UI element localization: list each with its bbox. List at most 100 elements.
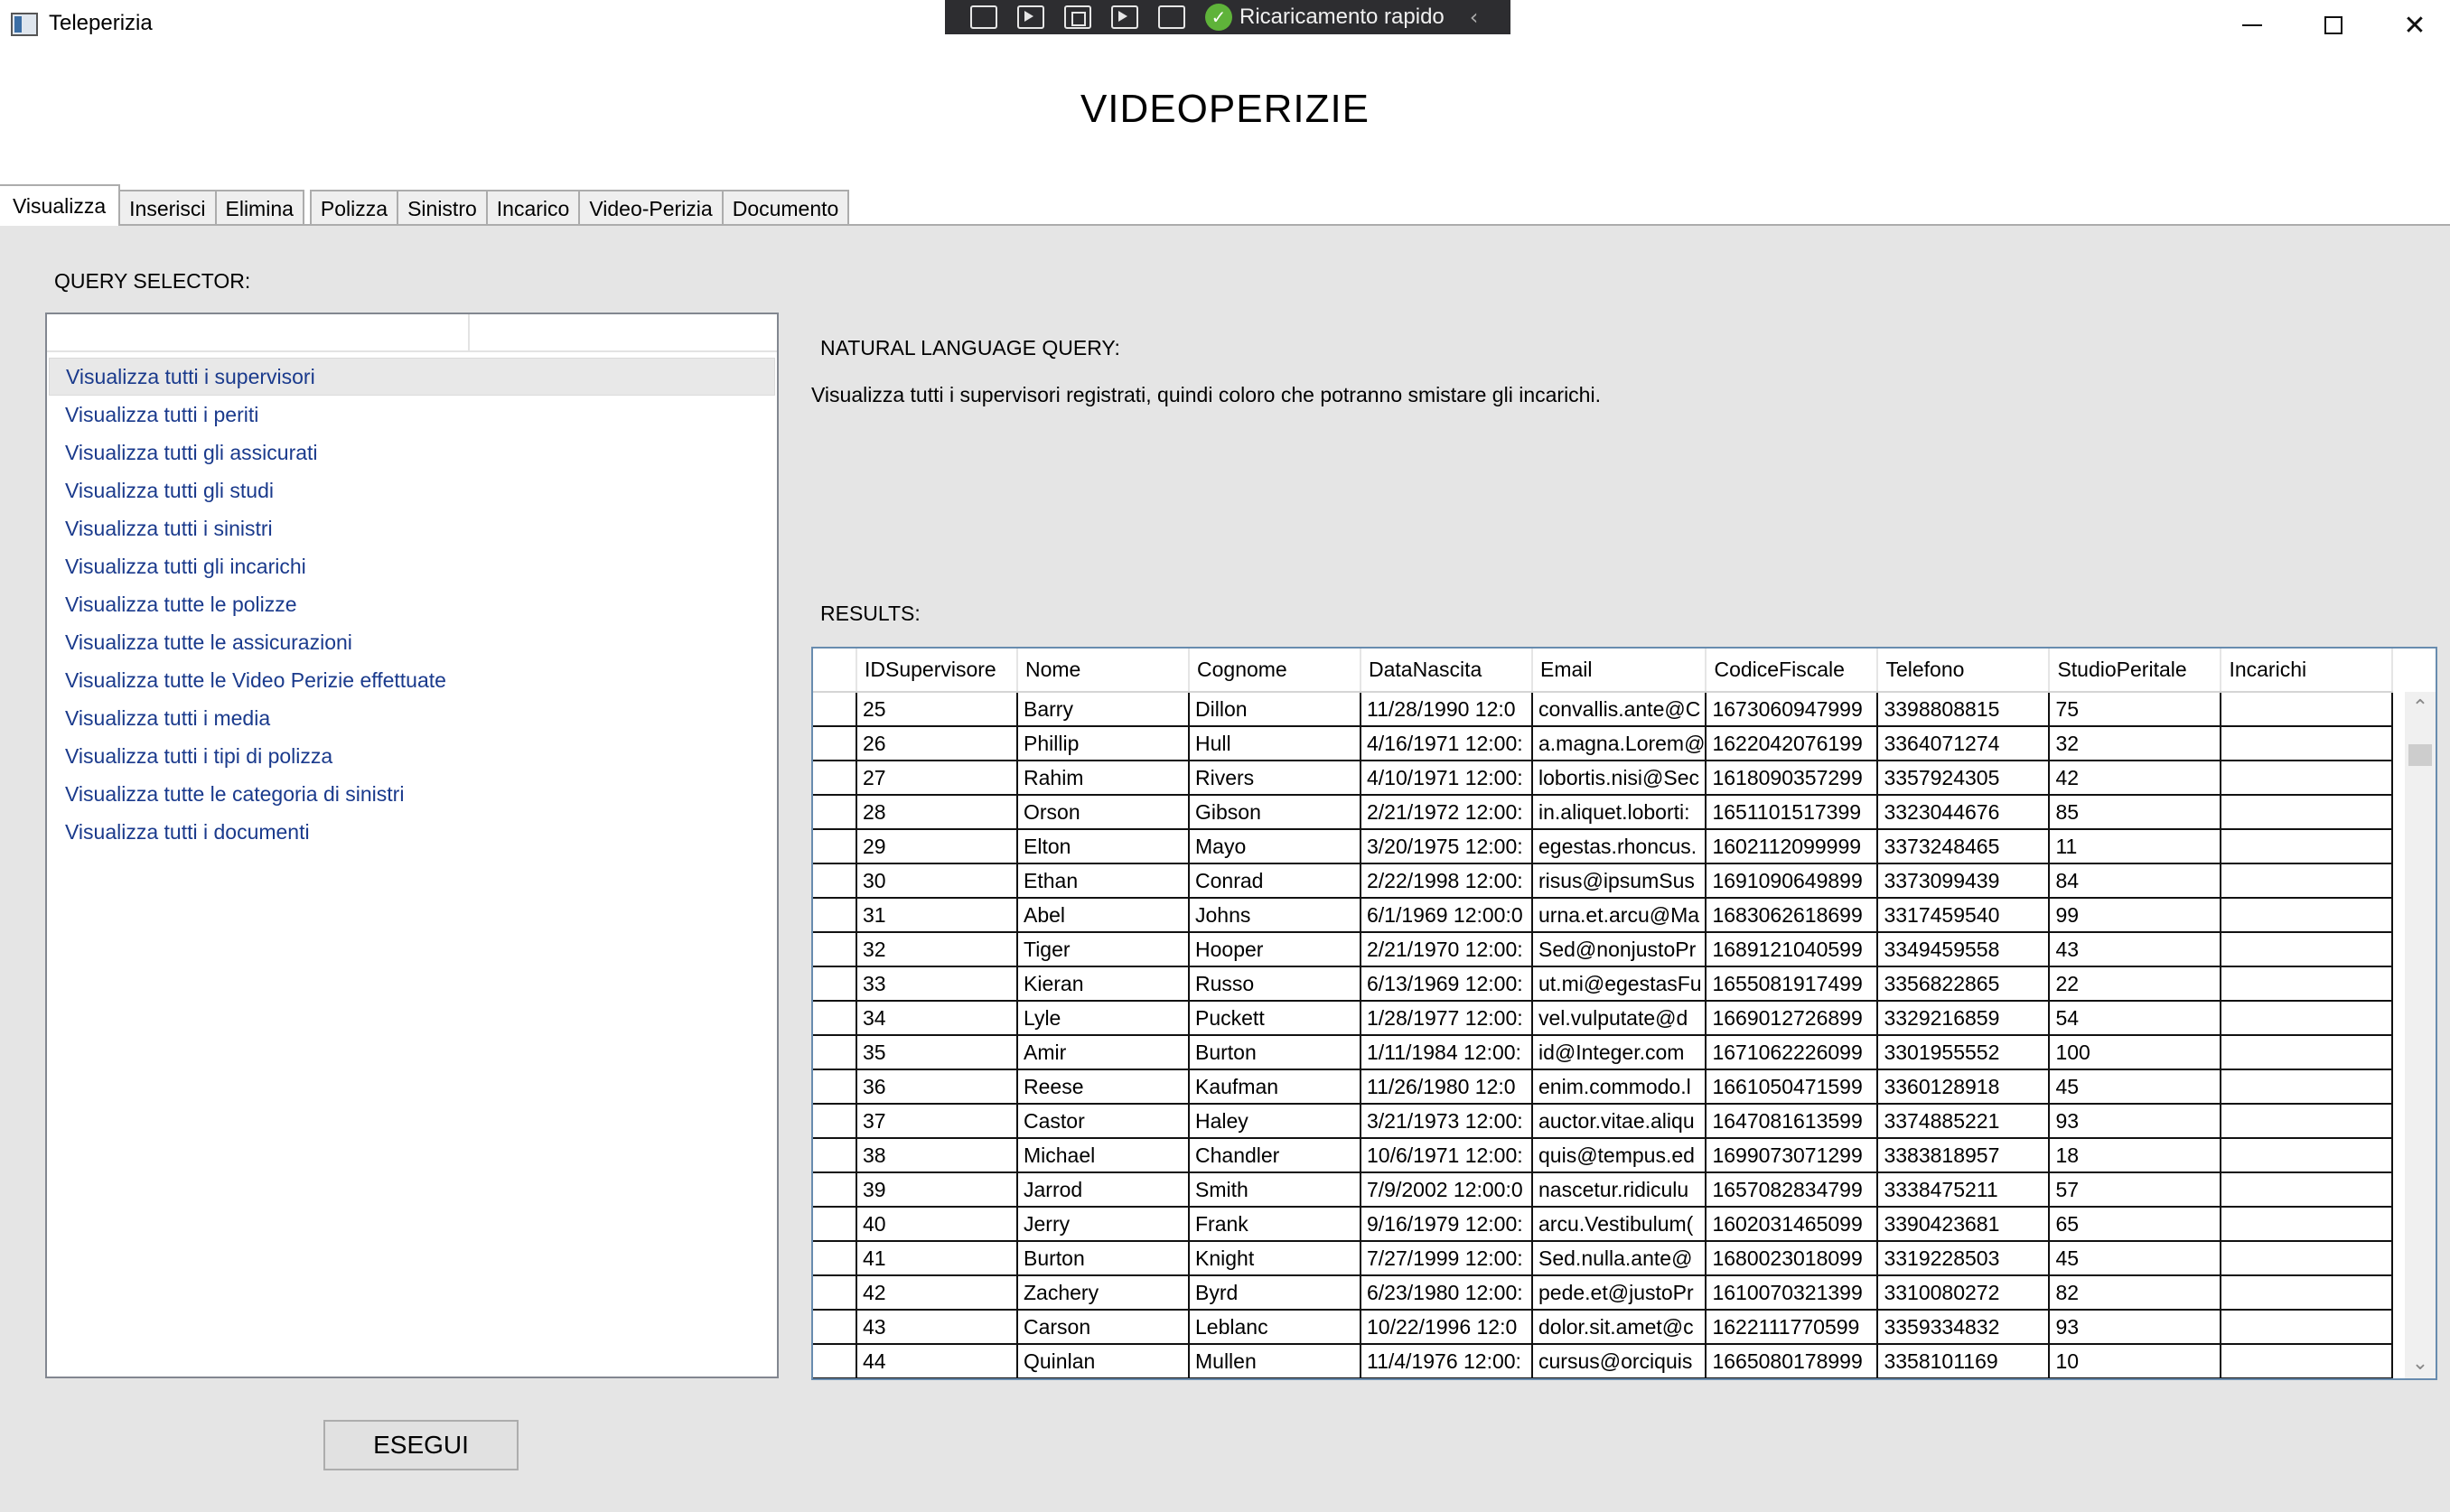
table-cell[interactable]: pede.et@justoPr	[1532, 1275, 1707, 1311]
hot-reload-status[interactable]: ✓ Ricaricamento rapido	[1205, 4, 1445, 31]
table-cell[interactable]: 75	[2049, 692, 2222, 727]
row-header[interactable]	[813, 966, 857, 1002]
table-cell[interactable]: in.aliquet.loborti:	[1532, 795, 1707, 830]
table-cell[interactable]: 25	[856, 692, 1018, 727]
row-header[interactable]	[813, 726, 857, 761]
table-cell[interactable]: 1691090649899	[1706, 863, 1879, 899]
table-cell[interactable]: 11/4/1976 12:00:	[1361, 1344, 1533, 1378]
tab-visualizza[interactable]: Visualizza	[0, 184, 121, 226]
table-cell[interactable]: 3301955552	[1877, 1035, 2051, 1070]
table-cell[interactable]: ut.mi@egestasFu	[1532, 966, 1707, 1002]
table-row[interactable]: 41 Burton Knight 7/27/1999 12:00: Sed.nulla.…	[813, 1241, 2394, 1276]
table-cell[interactable]: Leblanc	[1189, 1310, 1361, 1345]
table-cell[interactable]: 1622111770599	[1706, 1310, 1879, 1345]
table-cell[interactable]: egestas.rhoncus.	[1532, 829, 1707, 864]
table-row[interactable]: 42 Zachery Byrd 6/23/1980 12:00: pede.et@jus…	[813, 1275, 2394, 1311]
maximize-button[interactable]	[2293, 0, 2374, 51]
tab-polizza[interactable]: Polizza	[309, 190, 399, 226]
table-cell[interactable]: 36	[856, 1069, 1018, 1105]
table-cell[interactable]: 43	[2049, 932, 2222, 967]
table-cell[interactable]: urna.et.arcu@Ma	[1532, 898, 1707, 933]
collapse-toolbar-icon[interactable]: ‹	[1470, 5, 1479, 30]
table-cell[interactable]: Elton	[1017, 829, 1190, 864]
table-cell[interactable]: 3349459558	[1877, 932, 2051, 967]
table-cell[interactable]	[2221, 932, 2394, 967]
table-cell[interactable]: Phillip	[1017, 726, 1190, 761]
table-cell[interactable]: 3373099439	[1877, 863, 2051, 899]
column-header[interactable]: Incarichi	[2221, 649, 2394, 693]
scroll-down-icon[interactable]: ⌄	[2405, 1348, 2436, 1378]
table-row[interactable]: 28 Orson Gibson 2/21/1972 12:00: in.aliquet.…	[813, 795, 2394, 830]
tab-sinistro[interactable]: Sinistro	[397, 190, 488, 226]
table-cell[interactable]: Conrad	[1189, 863, 1361, 899]
table-cell[interactable]: 1689121040599	[1706, 932, 1879, 967]
table-cell[interactable]: Jerry	[1017, 1207, 1190, 1242]
table-cell[interactable]: Hooper	[1189, 932, 1361, 967]
row-header[interactable]	[813, 898, 857, 933]
esegui-button[interactable]: ESEGUI	[323, 1420, 519, 1470]
column-header[interactable]: StudioPeritale	[2049, 649, 2222, 693]
table-cell[interactable]	[2221, 1344, 2394, 1378]
row-header[interactable]	[813, 1035, 857, 1070]
table-cell[interactable]: 93	[2049, 1104, 2222, 1139]
table-cell[interactable]: Rahim	[1017, 761, 1190, 796]
table-cell[interactable]: Smith	[1189, 1172, 1361, 1208]
query-item[interactable]: Visualizza tutti gli studi	[49, 471, 775, 509]
query-item[interactable]: Visualizza tutte le categoria di sinistr…	[49, 775, 775, 813]
row-header[interactable]	[813, 1344, 857, 1378]
query-item[interactable]: Visualizza tutti i periti	[49, 396, 775, 434]
tab-video-perizia[interactable]: Video-Perizia	[578, 190, 724, 226]
table-cell[interactable]: 10/22/1996 12:0	[1361, 1310, 1533, 1345]
table-cell[interactable]: 3329216859	[1877, 1001, 2051, 1036]
table-row[interactable]: 38 Michael Chandler 10/6/1971 12:00: quis@te…	[813, 1138, 2394, 1173]
table-cell[interactable]: 1683062618699	[1706, 898, 1879, 933]
column-header[interactable]: CodiceFiscale	[1706, 649, 1879, 693]
table-row[interactable]: 34 Lyle Puckett 1/28/1977 12:00: vel.vulputa…	[813, 1001, 2394, 1036]
table-cell[interactable]: id@Integer.com	[1532, 1035, 1707, 1070]
table-cell[interactable]: 3373248465	[1877, 829, 2051, 864]
table-cell[interactable]: 1622042076199	[1706, 726, 1879, 761]
table-cell[interactable]: 1602031465099	[1706, 1207, 1879, 1242]
table-cell[interactable]	[2221, 829, 2394, 864]
column-header[interactable]: IDSupervisore	[856, 649, 1018, 693]
table-row[interactable]: 44 Quinlan Mullen 11/4/1976 12:00: cursus@or…	[813, 1344, 2394, 1378]
table-cell[interactable]: 1/11/1984 12:00:	[1361, 1035, 1533, 1070]
table-cell[interactable]: 3358101169	[1877, 1344, 2051, 1378]
table-cell[interactable]: Hull	[1189, 726, 1361, 761]
table-cell[interactable]: Amir	[1017, 1035, 1190, 1070]
row-header[interactable]	[813, 829, 857, 864]
table-cell[interactable]: 22	[2049, 966, 2222, 1002]
table-cell[interactable]: 44	[856, 1344, 1018, 1378]
table-cell[interactable]	[2221, 1069, 2394, 1105]
table-cell[interactable]: Carson	[1017, 1310, 1190, 1345]
table-cell[interactable]: 37	[856, 1104, 1018, 1139]
table-cell[interactable]: convallis.ante@C	[1532, 692, 1707, 727]
query-item[interactable]: Visualizza tutte le assicurazioni	[49, 623, 775, 661]
table-cell[interactable]	[2221, 898, 2394, 933]
table-row[interactable]: 37 Castor Haley 3/21/1973 12:00: auctor.vita…	[813, 1104, 2394, 1139]
table-cell[interactable]: 40	[856, 1207, 1018, 1242]
table-row[interactable]: 25 Barry Dillon 11/28/1990 12:0 convallis.an…	[813, 692, 2394, 727]
table-cell[interactable]: Michael	[1017, 1138, 1190, 1173]
table-cell[interactable]: 7/27/1999 12:00:	[1361, 1241, 1533, 1276]
table-cell[interactable]: 84	[2049, 863, 2222, 899]
table-cell[interactable]: 100	[2049, 1035, 2222, 1070]
row-header[interactable]	[813, 1104, 857, 1139]
table-cell[interactable]: 26	[856, 726, 1018, 761]
table-cell[interactable]: Russo	[1189, 966, 1361, 1002]
table-cell[interactable]: Frank	[1189, 1207, 1361, 1242]
table-cell[interactable]: 27	[856, 761, 1018, 796]
table-cell[interactable]: 1618090357299	[1706, 761, 1879, 796]
select-element-icon[interactable]	[1017, 5, 1044, 29]
table-cell[interactable]	[2221, 863, 2394, 899]
table-cell[interactable]: Knight	[1189, 1241, 1361, 1276]
table-cell[interactable]: 3398808815	[1877, 692, 2051, 727]
column-header[interactable]: DataNascita	[1361, 649, 1533, 693]
table-cell[interactable]: dolor.sit.amet@c	[1532, 1310, 1707, 1345]
table-row[interactable]: 31 Abel Johns 6/1/1969 12:00:0 urna.et.arcu@…	[813, 898, 2394, 933]
table-cell[interactable]: 42	[2049, 761, 2222, 796]
table-cell[interactable]: nascetur.ridiculu	[1532, 1172, 1707, 1208]
query-item[interactable]: Visualizza tutti i media	[49, 699, 775, 737]
row-header-corner[interactable]	[813, 649, 857, 693]
table-cell[interactable]	[2221, 1104, 2394, 1139]
